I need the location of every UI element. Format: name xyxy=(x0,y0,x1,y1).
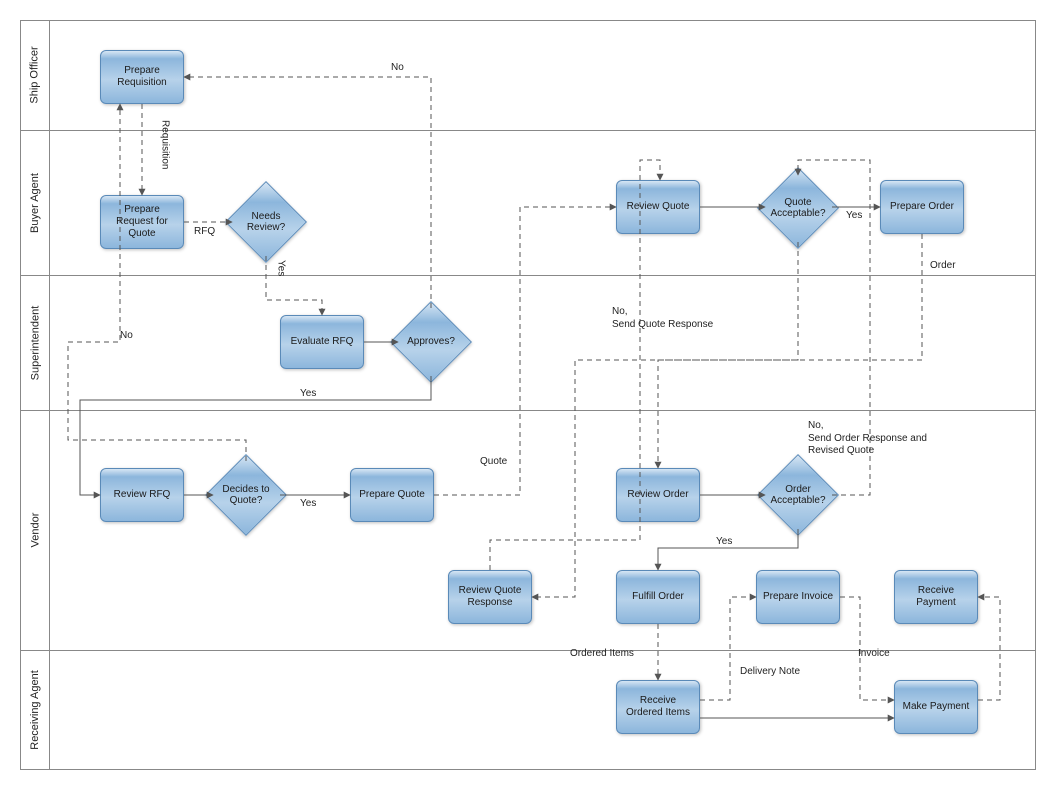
node-review-order: Review Order xyxy=(616,468,700,522)
lane-label-vendor: Vendor xyxy=(20,410,50,650)
node-prepare-quote: Prepare Quote xyxy=(350,468,434,522)
node-prepare-order: Prepare Order xyxy=(880,180,964,234)
node-prepare-rfq: Prepare Request for Quote xyxy=(100,195,184,249)
lane-label-text: Buyer Agent xyxy=(29,173,41,233)
node-approves: Approves? xyxy=(395,306,467,378)
label-ordered-items: Ordered Items xyxy=(570,648,634,661)
node-prepare-invoice: Prepare Invoice xyxy=(756,570,840,624)
node-label: Decides to Quote? xyxy=(212,484,280,507)
lane-label-receiving-agent: Receiving Agent xyxy=(20,650,50,770)
label-approves-yes: Yes xyxy=(300,388,316,401)
node-make-payment: Make Payment xyxy=(894,680,978,734)
label-requisition: Requisition xyxy=(158,120,171,169)
node-needs-review: Needs Review? xyxy=(230,186,302,258)
node-fulfill-order: Fulfill Order xyxy=(616,570,700,624)
lane-divider-1 xyxy=(20,130,1036,131)
label-quote-acc-yes: Yes xyxy=(846,210,862,223)
lane-label-superintendent: Superintendent xyxy=(20,275,50,410)
lane-label-ship-officer: Ship Officer xyxy=(20,20,50,130)
lane-label-buyer-agent: Buyer Agent xyxy=(20,130,50,275)
label-delivery-note: Delivery Note xyxy=(740,666,800,679)
node-label: Quote Acceptable? xyxy=(764,197,832,220)
label-rfq: RFQ xyxy=(194,226,215,239)
node-label: Approves? xyxy=(407,336,455,348)
label-order: Order xyxy=(930,260,956,273)
node-receive-ordered-items: Receive Ordered Items xyxy=(616,680,700,734)
label-order-acc-no: No, Send Order Response and Revised Quot… xyxy=(808,420,927,458)
node-label: Needs Review? xyxy=(232,211,300,234)
diagram-canvas: Ship Officer Buyer Agent Superintendent … xyxy=(0,0,1056,794)
node-label: Order Acceptable? xyxy=(764,484,832,507)
label-needs-review-yes: Yes xyxy=(274,260,287,276)
label-invoice: Invoice xyxy=(858,648,890,661)
node-prepare-requisition: Prepare Requisition xyxy=(100,50,184,104)
node-review-rfq: Review RFQ xyxy=(100,468,184,522)
node-receive-payment: Receive Payment xyxy=(894,570,978,624)
lane-divider-2 xyxy=(20,275,1036,276)
lane-divider-3 xyxy=(20,410,1036,411)
lane-label-text: Receiving Agent xyxy=(29,670,41,750)
node-review-quote: Review Quote xyxy=(616,180,700,234)
node-review-quote-response: Review Quote Response xyxy=(448,570,532,624)
label-quote: Quote xyxy=(480,456,507,469)
label-decides-yes: Yes xyxy=(300,498,316,511)
label-decides-no: No xyxy=(120,330,133,343)
label-approves-no: No xyxy=(391,62,404,75)
label-quote-acc-no: No, Send Quote Response xyxy=(612,306,713,331)
lane-label-text: Ship Officer xyxy=(29,46,41,103)
node-quote-acceptable: Quote Acceptable? xyxy=(762,172,834,244)
lane-label-text: Vendor xyxy=(29,513,41,548)
node-evaluate-rfq: Evaluate RFQ xyxy=(280,315,364,369)
node-decides-quote: Decides to Quote? xyxy=(210,459,282,531)
node-order-acceptable: Order Acceptable? xyxy=(762,459,834,531)
label-order-acc-yes: Yes xyxy=(716,536,732,549)
lane-label-text: Superintendent xyxy=(29,305,41,380)
